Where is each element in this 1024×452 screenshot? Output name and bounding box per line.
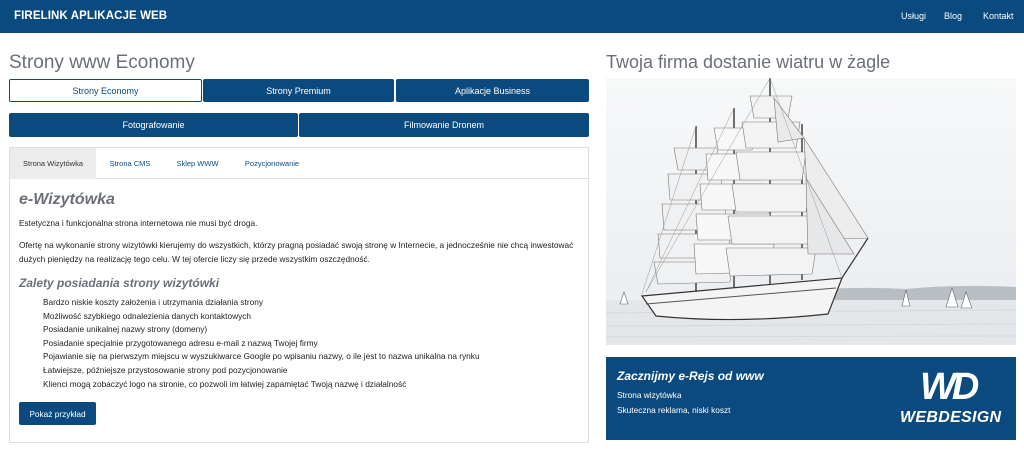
- list-item: Pojawianie się na pierwszym miejscu w wy…: [43, 351, 480, 362]
- ship-illustration: [606, 78, 1016, 345]
- top-navbar: FIRELINK APLIKACJE WEB Usługi Blog Konta…: [0, 0, 1024, 33]
- advantages-list: Bardzo niskie koszty założenia i utrzyma…: [43, 296, 480, 391]
- list-item: Bardzo niskie koszty założenia i utrzyma…: [43, 297, 263, 307]
- tab-cms-site[interactable]: Strona CMS: [100, 148, 160, 179]
- tab-positioning[interactable]: Pozycjonowanie: [236, 148, 308, 179]
- promo-line-2: Skuteczna reklama, niski koszt: [617, 405, 731, 415]
- wd-logo-text: WEBDESIGN: [900, 409, 1002, 426]
- photography-button[interactable]: Fotografowanie: [9, 113, 298, 137]
- intro-paragraph: Estetyczna i funkcjonalna strona interne…: [19, 218, 258, 228]
- business-apps-button[interactable]: Aplikacje Business: [396, 79, 589, 102]
- promo-banner[interactable]: Zacznijmy e-Rejs od www Strona wizytówka…: [606, 357, 1016, 440]
- promo-title: Zacznijmy e-Rejs od www: [617, 369, 764, 383]
- panel-title: e-Wizytówka: [19, 191, 115, 208]
- premium-button[interactable]: Strony Premium: [203, 79, 394, 102]
- economy-button[interactable]: Strony Economy: [9, 79, 202, 102]
- list-item: Łatwiejsze, późniejsze przystosowanie st…: [43, 364, 288, 375]
- advantages-title: Zalety posiadania strony wizytówki: [19, 276, 220, 290]
- drone-filming-button[interactable]: Filmowanie Dronem: [299, 113, 589, 137]
- tab-business-card-site[interactable]: Strona Wizytówka: [10, 148, 96, 179]
- list-item: Posiadanie unikalnej nazwy strony (domen…: [43, 324, 208, 335]
- promo-line-1: Strona wizytówka: [617, 390, 682, 400]
- tab-web-shop[interactable]: Sklep WWW: [165, 148, 230, 179]
- offer-paragraph: Ofertę na wykonanie strony wizytówki kie…: [19, 240, 574, 264]
- nav-link-uslugi[interactable]: Usługi: [901, 11, 926, 21]
- show-example-button[interactable]: Pokaż przykład: [19, 402, 96, 425]
- list-item: Możliwość szybkiego odnalezienia danych …: [43, 310, 251, 321]
- nav-link-kontakt[interactable]: Kontakt: [983, 11, 1014, 21]
- sailing-ship-photo: [606, 78, 1016, 345]
- section-title: Strony www Economy: [9, 52, 195, 73]
- wd-logo-mark: WD: [920, 366, 979, 408]
- offer-tabs: Strona Wizytówka Strona CMS Sklep WWW Po…: [10, 148, 588, 179]
- webdesign-logo: WD WEBDESIGN: [898, 367, 1010, 435]
- brand-logo-text[interactable]: FIRELINK APLIKACJE WEB: [14, 10, 167, 22]
- hero-title: Twoja firma dostanie wiatru w żagle: [606, 52, 891, 72]
- list-item: Klienci mogą zobaczyć logo na stronie, c…: [43, 378, 407, 389]
- list-item: Posiadanie specjalnie przygotowanego adr…: [43, 337, 318, 348]
- offer-panel: Strona Wizytówka Strona CMS Sklep WWW Po…: [9, 147, 589, 443]
- nav-link-blog[interactable]: Blog: [944, 11, 962, 21]
